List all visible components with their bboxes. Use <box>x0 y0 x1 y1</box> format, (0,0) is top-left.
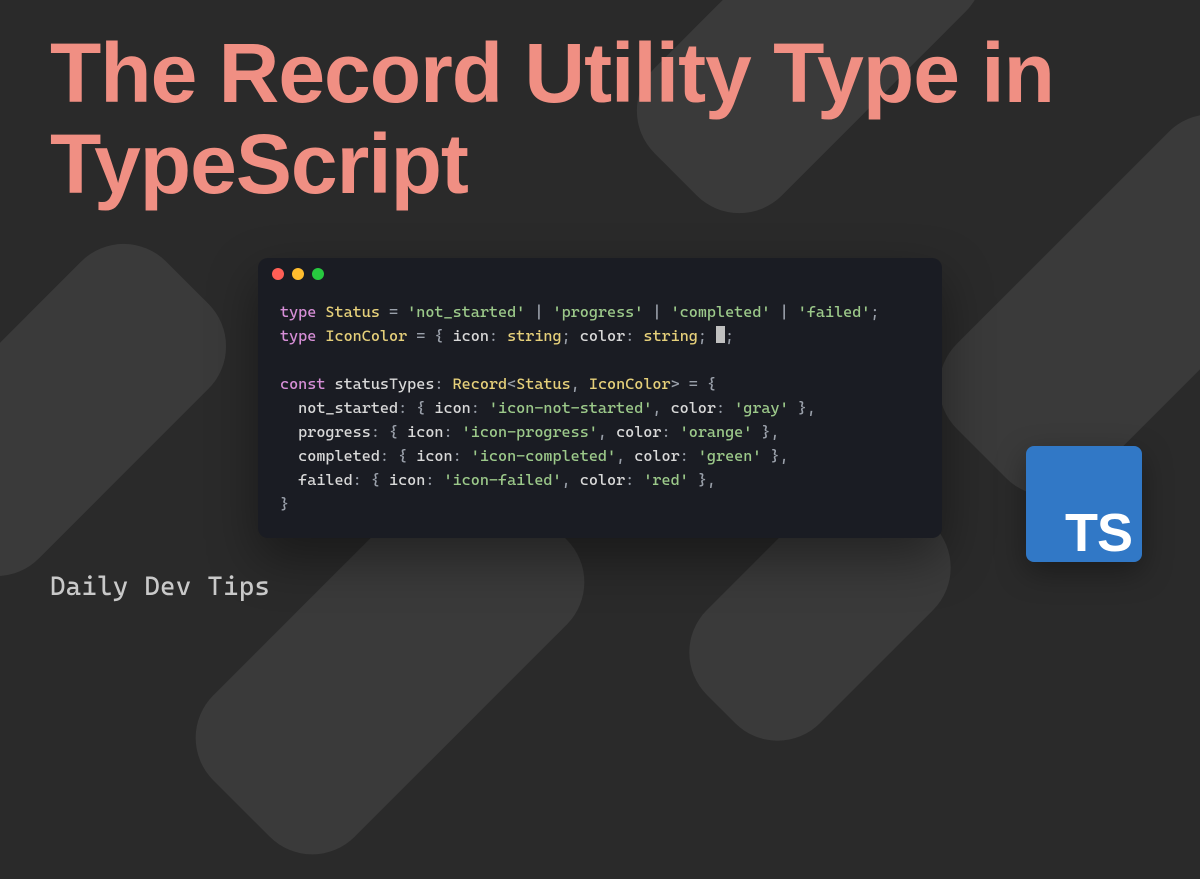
keyword: type <box>280 303 316 321</box>
footer-text: Daily Dev Tips <box>50 572 270 602</box>
code-block: type Status = 'not_started' | 'progress'… <box>258 290 942 538</box>
page-title: The Record Utility Type in TypeScript <box>50 28 1150 209</box>
text-cursor <box>716 326 725 343</box>
window-titlebar <box>258 258 942 290</box>
close-icon <box>272 268 284 280</box>
typescript-logo-icon: TS <box>1026 446 1142 562</box>
ts-logo-text: TS <box>1065 506 1132 560</box>
maximize-icon <box>312 268 324 280</box>
code-window: type Status = 'not_started' | 'progress'… <box>258 258 942 538</box>
minimize-icon <box>292 268 304 280</box>
type-name: Status <box>325 303 380 321</box>
